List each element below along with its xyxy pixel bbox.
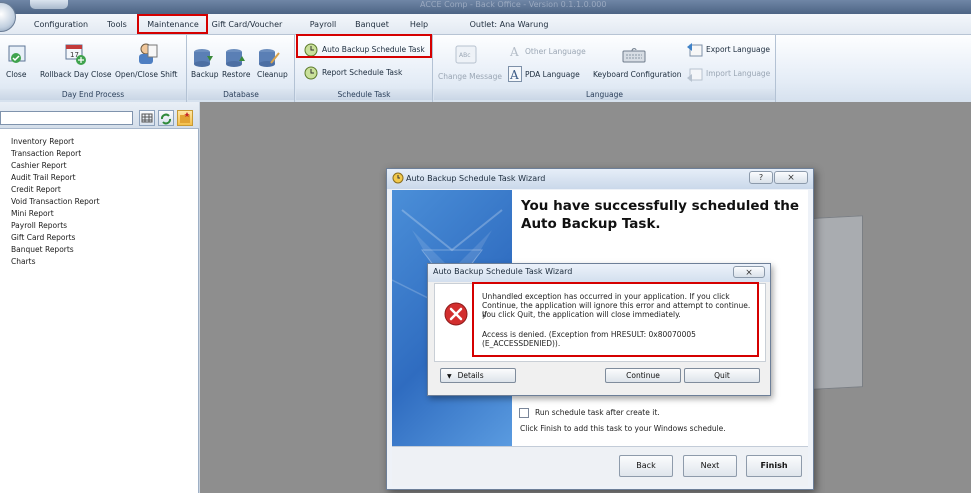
svg-text:A: A	[509, 45, 519, 58]
change-message-button[interactable]: Change Message	[438, 72, 502, 82]
menu-banquet[interactable]: Banquet	[354, 14, 390, 35]
open-close-shift-button[interactable]: Open/Close Shift	[115, 70, 177, 80]
cleanup-button[interactable]: Cleanup	[257, 70, 288, 80]
details-button[interactable]: ▼ Details	[440, 368, 516, 383]
error-icon	[444, 302, 468, 326]
menu-help[interactable]: Help	[408, 14, 430, 35]
menu-maintenance-highlight	[137, 14, 208, 34]
day-close-button[interactable]: Close	[6, 70, 26, 80]
report-item-audit-trail[interactable]: Audit Trail Report	[11, 173, 76, 183]
ribbon-group-day-end-label: Day End Process	[0, 89, 186, 100]
error-message-highlight	[472, 282, 759, 357]
cleanup-icon	[259, 49, 280, 67]
back-button[interactable]: Back	[619, 455, 673, 477]
wizard-heading: You have successfully scheduled the Auto…	[521, 198, 800, 232]
import-language-button[interactable]: Import Language	[706, 69, 770, 79]
report-item-mini[interactable]: Mini Report	[11, 209, 54, 219]
run-task-checkbox-label: Run schedule task after create it.	[535, 408, 660, 417]
report-schedule-clock-icon	[304, 66, 318, 80]
report-search-input[interactable]	[0, 111, 133, 125]
backup-button[interactable]: Backup	[191, 70, 219, 80]
wizard-close-button[interactable]: ⨯	[774, 171, 808, 184]
wizard-help-button[interactable]: ?	[749, 171, 773, 184]
window-title: ACCE Comp - Back Office - Version 0.1.1.…	[420, 0, 607, 9]
open-close-shift-icon	[139, 43, 158, 64]
ribbon-group-schedule-task-label: Schedule Task	[296, 89, 432, 100]
next-button[interactable]: Next	[683, 455, 737, 477]
outlet-label: Outlet: Ana Warung Restaurant	[469, 20, 549, 50]
other-language-button[interactable]: Other Language	[525, 47, 586, 57]
restore-button[interactable]: Restore	[222, 70, 250, 80]
wizard-title: Auto Backup Schedule Task Wizard	[406, 174, 546, 183]
import-language-icon	[687, 68, 703, 82]
quick-access-toolbar[interactable]	[30, 0, 68, 9]
report-item-payroll[interactable]: Payroll Reports	[11, 221, 67, 231]
report-item-banquet[interactable]: Banquet Reports	[11, 245, 74, 255]
keyboard-configuration-icon	[622, 48, 646, 63]
finish-button[interactable]: Finish	[746, 455, 802, 477]
pda-language-icon: A	[508, 66, 522, 82]
report-schedule-task-button[interactable]: Report Schedule Task	[322, 68, 402, 78]
rollback-day-close-icon: 17	[65, 44, 86, 65]
run-task-checkbox[interactable]	[519, 408, 529, 418]
ribbon-group-database-label: Database	[188, 89, 294, 100]
menu-configuration[interactable]: Configuration	[30, 14, 92, 35]
error-close-button[interactable]: ⨯	[733, 266, 765, 278]
report-item-transaction[interactable]: Transaction Report	[11, 149, 81, 159]
error-dialog-title: Auto Backup Schedule Task Wizard	[433, 267, 573, 276]
svg-text:A: A	[509, 68, 519, 82]
report-item-credit[interactable]: Credit Report	[11, 185, 61, 195]
restore-icon	[226, 49, 245, 67]
change-message-icon: ABc	[455, 45, 477, 64]
chevron-down-icon: ▼	[447, 373, 452, 380]
export-language-icon	[687, 43, 703, 57]
report-item-inventory[interactable]: Inventory Report	[11, 137, 74, 147]
backup-icon	[194, 49, 213, 67]
continue-button[interactable]: Continue	[605, 368, 681, 383]
refresh-button[interactable]	[158, 110, 174, 126]
menu-gift-card-voucher[interactable]: Gift Card/Voucher	[203, 14, 291, 35]
refresh-icon	[161, 113, 171, 125]
svg-text:ABc: ABc	[459, 52, 471, 59]
rollback-day-close-button[interactable]: Rollback Day Close	[40, 70, 111, 80]
ribbon-group-language-label: Language	[434, 89, 775, 100]
grid-view-button[interactable]	[139, 110, 155, 126]
auto-backup-schedule-highlight	[296, 34, 432, 58]
report-item-void-transaction[interactable]: Void Transaction Report	[11, 197, 100, 207]
report-item-charts[interactable]: Charts	[11, 257, 36, 267]
menu-tools[interactable]: Tools	[103, 14, 131, 35]
menu-payroll[interactable]: Payroll	[306, 14, 340, 35]
other-language-icon: A	[509, 45, 519, 58]
report-item-cashier[interactable]: Cashier Report	[11, 161, 67, 171]
quit-button[interactable]: Quit	[684, 368, 760, 383]
pda-language-button[interactable]: PDA Language	[525, 70, 580, 80]
favorites-button[interactable]	[177, 110, 193, 126]
keyboard-configuration-button[interactable]: Keyboard Configuration	[593, 70, 682, 80]
report-item-gift-card[interactable]: Gift Card Reports	[11, 233, 75, 243]
wizard-finish-note: Click Finish to add this task to your Wi…	[520, 424, 726, 433]
day-close-icon	[8, 45, 26, 63]
grid-icon	[141, 113, 153, 123]
folder-star-icon	[180, 112, 190, 123]
details-label: Details	[457, 371, 484, 380]
wizard-app-icon	[392, 172, 404, 184]
export-language-button[interactable]: Export Language	[706, 45, 770, 55]
